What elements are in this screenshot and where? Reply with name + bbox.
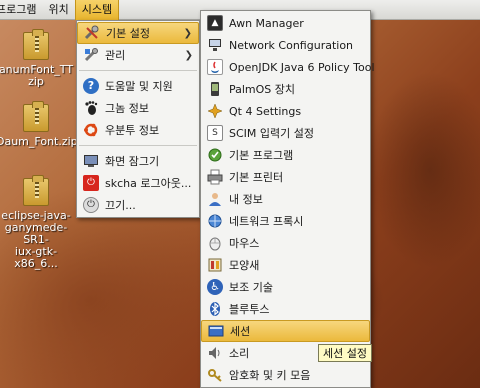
ubuntu-icon — [83, 122, 99, 138]
places-menu[interactable]: 위치 — [42, 0, 74, 20]
menu-item-appearance[interactable]: 모양새 — [201, 254, 370, 276]
menu-item-label: 우분투 정보 — [105, 124, 160, 137]
menu-item-administration[interactable]: 관리 ❯ — [77, 44, 199, 66]
default-apps-icon — [207, 147, 223, 163]
menu-item-label: PalmOS 장치 — [229, 83, 296, 96]
menu-item-lock-screen[interactable]: 화면 잠그기 — [77, 150, 199, 172]
scim-icon: S — [207, 125, 223, 141]
menu-item-preferences[interactable]: 기본 설정 ❯ — [77, 22, 199, 44]
java-icon — [207, 59, 223, 75]
desktop-file-eclipse[interactable]: eclipse-java- ganymede-SR1- iux-gtk-x86_… — [0, 175, 76, 270]
menu-separator — [79, 145, 197, 146]
menu-item-label: 내 정보 — [229, 193, 263, 206]
preferences-submenu: ▲ Awn Manager Network Configuration Open… — [200, 10, 375, 388]
menu-item-awn-manager[interactable]: ▲ Awn Manager — [201, 12, 370, 34]
encryption-icon — [207, 367, 223, 383]
desktop-file-daumfont[interactable]: Daum_Font.zip — [0, 101, 78, 148]
menu-item-default-printer[interactable]: 기본 프린터 — [201, 166, 370, 188]
zip-archive-icon — [23, 175, 49, 206]
menu-item-assistive-technology[interactable]: ♿ 보조 기술 — [201, 276, 370, 298]
menu-item-label: 암호화 및 키 모음 — [229, 369, 311, 382]
menu-item-label: 세션 — [230, 325, 251, 338]
menu-item-label: 소리 — [229, 347, 250, 360]
lock-screen-icon — [83, 153, 99, 169]
administration-icon — [83, 47, 99, 63]
file-name-line: Daum_Font.zip — [0, 135, 78, 148]
desktop-file-nanumfont[interactable]: anumFont_TT zip — [0, 29, 76, 88]
menu-item-label: 모양새 — [229, 259, 260, 272]
menu-item-scim-settings[interactable]: S SCIM 입력기 설정 — [201, 122, 370, 144]
menu-item-label: Network Configuration — [229, 38, 354, 52]
menu-item-label: 기본 프로그램 — [229, 149, 294, 162]
system-menu-popup: 기본 설정 ❯ 관리 ❯ ? 도움말 및 지원 그놈 정보 우분투 정보 화면 … — [76, 20, 200, 218]
menu-item-label: 블루투스 — [229, 303, 270, 316]
help-icon: ? — [83, 78, 99, 94]
menu-item-label: SCIM 입력기 설정 — [229, 127, 314, 140]
appearance-icon — [207, 257, 223, 273]
file-name-line: ganymede-SR1- — [4, 221, 68, 246]
menu-item-label: Qt 4 Settings — [229, 104, 302, 118]
menu-item-label: 기본 프린터 — [229, 171, 284, 184]
network-icon — [207, 37, 223, 53]
menu-item-shutdown[interactable]: ⏻ 끄기... — [77, 194, 199, 216]
menu-item-label: 마우스 — [229, 237, 260, 250]
menu-item-label: 네트워크 프록시 — [229, 215, 304, 228]
zip-archive-icon — [23, 101, 49, 132]
submenu-arrow-icon: ❯ — [184, 49, 193, 61]
printer-icon — [207, 169, 223, 185]
awn-icon: ▲ — [207, 15, 223, 31]
bluetooth-icon — [207, 301, 223, 317]
menu-item-label: 화면 잠그기 — [105, 155, 160, 168]
session-icon — [208, 323, 224, 339]
mouse-icon — [207, 235, 223, 251]
menu-item-default-applications[interactable]: 기본 프로그램 — [201, 144, 370, 166]
menu-item-about-me[interactable]: 내 정보 — [201, 188, 370, 210]
menu-item-encryption-keyrings[interactable]: 암호화 및 키 모음 — [201, 364, 370, 386]
session-tooltip: 세션 설정 — [318, 344, 372, 362]
menu-item-label: Awn Manager — [229, 16, 304, 30]
menu-item-network-configuration[interactable]: Network Configuration — [201, 34, 370, 56]
file-name-line: zip — [28, 75, 44, 88]
accessibility-icon: ♿ — [207, 279, 223, 295]
menu-separator — [79, 70, 197, 71]
menu-item-label: OpenJDK Java 6 Policy Tool — [229, 60, 375, 74]
menu-item-bluetooth[interactable]: 블루투스 — [201, 298, 370, 320]
menu-item-about-gnome[interactable]: 그놈 정보 — [77, 97, 199, 119]
menu-item-qt-settings[interactable]: Qt 4 Settings — [201, 100, 370, 122]
zip-archive-icon — [23, 29, 49, 60]
menu-item-label: 그놈 정보 — [105, 102, 149, 115]
submenu-arrow-icon: ❯ — [183, 27, 192, 39]
menu-item-label: 끄기... — [105, 199, 136, 212]
system-menu[interactable]: 시스템 — [74, 0, 120, 20]
menu-item-label: 관리 — [105, 49, 126, 62]
sound-icon — [207, 345, 223, 361]
applications-menu[interactable]: 프로그램 — [0, 0, 42, 20]
menu-item-palmos[interactable]: PalmOS 장치 — [201, 78, 370, 100]
menu-item-about-ubuntu[interactable]: 우분투 정보 — [77, 119, 199, 141]
menu-item-label: 도움말 및 지원 — [105, 80, 173, 93]
menu-item-help[interactable]: ? 도움말 및 지원 — [77, 75, 199, 97]
menu-item-mouse[interactable]: 마우스 — [201, 232, 370, 254]
menu-item-label: skcha 로그아웃... — [105, 177, 192, 190]
menu-item-java-policy-tool[interactable]: OpenJDK Java 6 Policy Tool — [201, 56, 375, 78]
menu-item-label: 기본 설정 — [106, 27, 150, 40]
menu-item-label: 보조 기술 — [229, 281, 273, 294]
shutdown-icon: ⏻ — [83, 197, 99, 213]
file-name-line: iux-gtk-x86_6... — [14, 245, 58, 270]
gnome-foot-icon — [83, 100, 99, 116]
menu-item-network-proxy[interactable]: 네트워크 프록시 — [201, 210, 370, 232]
about-me-icon — [207, 191, 223, 207]
proxy-icon — [207, 213, 223, 229]
preferences-icon — [84, 25, 100, 41]
menu-item-logout[interactable]: ⏻ skcha 로그아웃... — [77, 172, 199, 194]
qt-icon — [207, 103, 223, 119]
palm-icon — [207, 81, 223, 97]
logout-icon: ⏻ — [83, 175, 99, 191]
menu-item-session[interactable]: 세션 — [201, 320, 370, 342]
